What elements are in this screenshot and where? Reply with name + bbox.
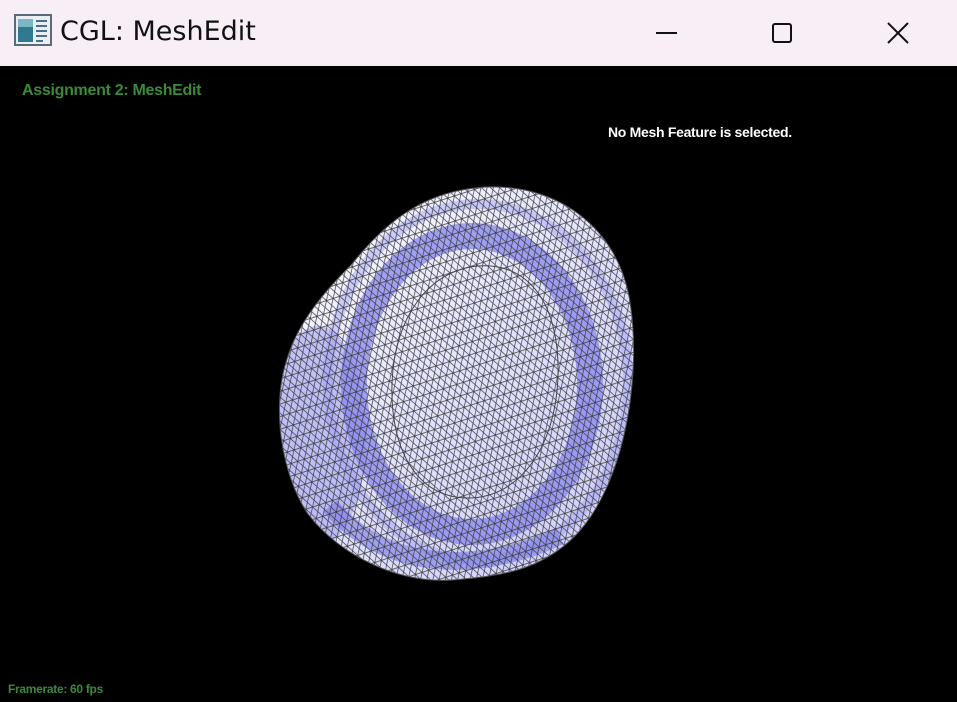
window-title: CGL: MeshEdit: [60, 16, 256, 47]
selection-status: No Mesh Feature is selected.: [608, 124, 792, 140]
app-window: CGL: MeshEdit Assignment 2: MeshEdit No …: [0, 0, 957, 702]
torus-mesh[interactable]: [0, 66, 957, 702]
minimize-icon: [656, 32, 677, 34]
framerate-readout: Framerate: 60 fps: [8, 682, 103, 696]
maximize-icon: [772, 23, 792, 43]
maximize-button[interactable]: [746, 0, 818, 66]
close-button[interactable]: [862, 0, 934, 66]
assignment-title: Assignment 2: MeshEdit: [22, 82, 202, 99]
app-window-icon: [14, 14, 52, 46]
title-bar[interactable]: CGL: MeshEdit: [0, 0, 957, 66]
3d-viewport[interactable]: Assignment 2: MeshEdit No Mesh Feature i…: [0, 66, 957, 702]
close-icon: [887, 22, 909, 44]
minimize-button[interactable]: [631, 0, 703, 66]
